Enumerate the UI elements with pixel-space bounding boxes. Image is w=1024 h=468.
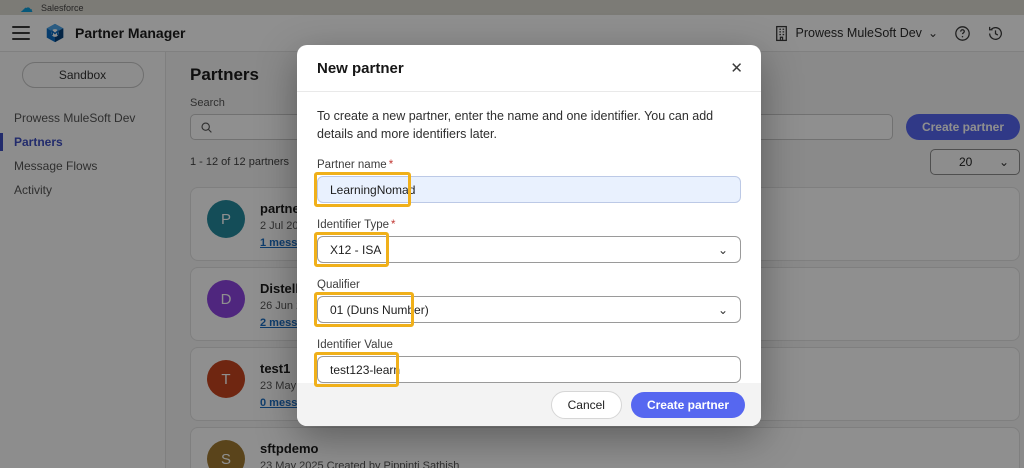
qualifier-select[interactable]: 01 (Duns Number) ⌄: [317, 296, 741, 323]
identifier-type-select[interactable]: X12 - ISA ⌄: [317, 236, 741, 263]
modal-body: To create a new partner, enter the name …: [297, 92, 761, 383]
identifier-type-field: Identifier Type* X12 - ISA ⌄: [317, 219, 741, 263]
close-icon[interactable]: ✕: [730, 61, 743, 76]
identifier-type-label: Identifier Type*: [317, 219, 741, 231]
create-partner-submit-button[interactable]: Create partner: [631, 392, 745, 418]
partner-name-field: Partner name*: [317, 159, 741, 203]
modal-header: New partner ✕: [297, 45, 761, 92]
chevron-down-icon: ⌄: [718, 246, 728, 254]
qualifier-field: Qualifier 01 (Duns Number) ⌄: [317, 279, 741, 323]
partner-name-label: Partner name*: [317, 159, 741, 171]
partner-name-input[interactable]: [317, 176, 741, 203]
chevron-down-icon: ⌄: [718, 306, 728, 314]
required-marker: *: [389, 159, 393, 171]
new-partner-modal: New partner ✕ To create a new partner, e…: [297, 45, 761, 426]
identifier-value-label: Identifier Value: [317, 339, 741, 351]
modal-description: To create a new partner, enter the name …: [317, 107, 729, 143]
identifier-type-value: X12 - ISA: [330, 243, 381, 257]
required-marker: *: [391, 219, 395, 231]
identifier-value-field: Identifier Value: [317, 339, 741, 383]
qualifier-label: Qualifier: [317, 279, 741, 291]
identifier-value-input[interactable]: [317, 356, 741, 383]
modal-title: New partner: [317, 60, 404, 77]
qualifier-value: 01 (Duns Number): [330, 303, 429, 317]
screen: ☁ Salesforce Partner Manager Prowess Mul…: [0, 0, 1024, 468]
modal-footer: Cancel Create partner: [297, 383, 761, 426]
cancel-button[interactable]: Cancel: [551, 391, 622, 419]
